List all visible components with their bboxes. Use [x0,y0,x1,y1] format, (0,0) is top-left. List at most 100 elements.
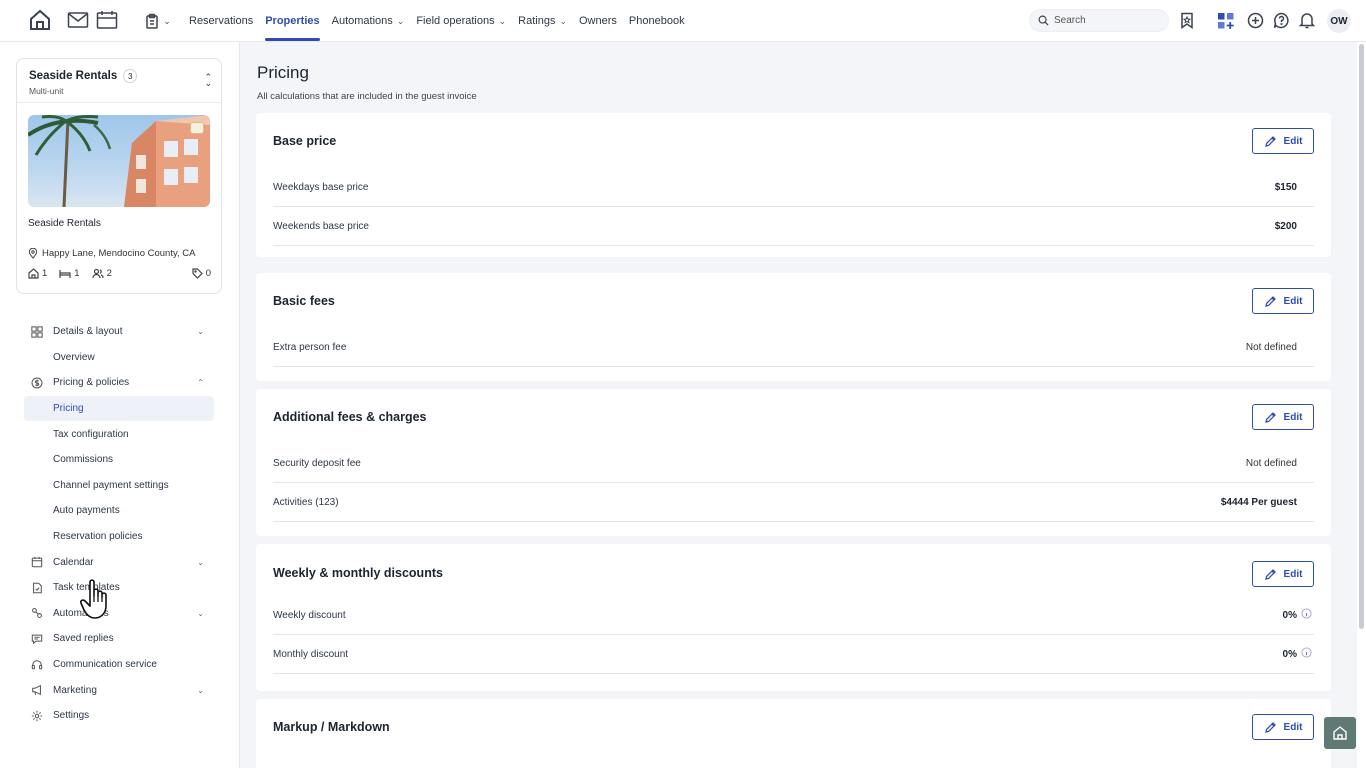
edit-label: Edit [1283,721,1303,733]
photo-badge-icon [190,122,204,134]
pricing-card-base-price: Base price Edit Weekdays base price $150 Wee… [256,113,1331,257]
units-stat: 1 [28,268,47,279]
chevron-down-icon: ⌄ [559,15,567,26]
pencil-icon [1264,295,1276,307]
property-card: Seaside Rentals 3 Multi-unit ⌃ ⌄ Seaside… [16,58,222,294]
card-title: Additional fees & charges [273,410,427,424]
guests-icon [91,268,104,279]
clipboard-dropdown-icon[interactable]: ⌄ [140,11,176,31]
location-pin-icon [28,248,38,259]
edit-button[interactable]: Edit [1252,561,1314,587]
notification-bell-icon[interactable] [1299,12,1315,29]
search-input[interactable] [1054,15,1164,26]
sidebar-item-automations[interactable]: Automations ⌄ [24,601,214,627]
sidebar-item-reservation-policies[interactable]: Reservation policies [24,524,214,550]
add-circle-icon[interactable] [1247,12,1264,29]
gear-icon [30,709,44,723]
sidebar-item-pricing-policies[interactable]: Pricing & policies ⌃ [24,370,214,396]
search-box[interactable] [1029,9,1169,32]
info-icon[interactable] [1297,647,1312,661]
property-count-badge: 3 [123,69,138,83]
sidebar-item-channel-payment-settings[interactable]: Channel payment settings [24,473,214,499]
chevron-down-icon: ⌄ [197,327,204,337]
edit-button[interactable]: Edit [1252,288,1314,314]
mail-icon[interactable] [67,10,89,30]
user-avatar[interactable]: OW [1327,9,1351,33]
nav-ratings[interactable]: Ratings ⌄ [518,0,567,42]
sidebar-item-saved-replies[interactable]: Saved replies [24,626,214,652]
sidebar-item-label: Overview [53,351,95,363]
sidebar-item-tax-configuration[interactable]: Tax configuration [24,421,214,447]
price-row: Extra person fee Not defined [273,328,1314,367]
sidebar-item-commissions[interactable]: Commissions [24,447,214,473]
home-logo-icon[interactable] [28,8,52,32]
main-nav: Reservations Properties Automations ⌄ Field … [189,0,697,42]
sidebar-item-calendar[interactable]: Calendar ⌄ [24,549,214,575]
megaphone-icon [30,683,44,697]
main-content: Pricing All calculations that are includ… [240,42,1357,768]
property-selector[interactable]: Seaside Rentals 3 Multi-unit ⌃ ⌄ [17,59,221,103]
price-row-label: Extra person fee [273,341,347,353]
up-down-chevron-icon[interactable]: ⌃ ⌄ [204,73,212,88]
dollar-icon [30,376,44,390]
card-title: Weekly & monthly discounts [273,566,443,580]
bookmark-star-icon[interactable] [1179,12,1195,29]
sidebar-item-settings[interactable]: Settings [24,703,214,729]
edit-label: Edit [1283,295,1303,307]
sidebar-item-label: Channel payment settings [53,479,169,491]
edit-label: Edit [1283,135,1303,147]
sidebar-item-auto-payments[interactable]: Auto payments [24,498,214,524]
price-row-value: Not defined [1245,341,1297,353]
nav-properties[interactable]: Properties [265,0,321,42]
edit-button[interactable]: Edit [1252,404,1314,430]
chevron-down-icon: ⌄ [197,557,204,567]
sidebar-item-communication-service[interactable]: Communication service [24,652,214,678]
scrollbar[interactable] [1357,42,1366,768]
nav-owners[interactable]: Owners [579,0,617,42]
calendar-icon[interactable] [96,10,118,30]
sidebar-menu: Details & layout ⌄ Overview Pricing & polic… [24,319,214,729]
sidebar-item-label: Task templates [53,582,120,594]
property-type: Multi-unit [29,86,64,96]
edit-label: Edit [1283,568,1303,580]
sidebar-item-marketing[interactable]: Marketing ⌄ [24,677,214,703]
property-address: Happy Lane, Mendocino County, CA [28,248,213,259]
card-title: Basic fees [273,294,335,308]
nav-automations[interactable]: Automations ⌄ [332,0,405,42]
edit-button[interactable]: Edit [1252,714,1314,740]
floating-home-button[interactable] [1324,717,1356,749]
property-photo [28,115,210,207]
calendar-icon [30,555,44,569]
nav-reservations[interactable]: Reservations [189,0,253,42]
help-chat-icon[interactable] [1273,12,1290,29]
pencil-icon [1264,411,1276,423]
edit-button[interactable]: Edit [1252,128,1314,154]
price-row: Weekends base price $200 [273,207,1314,246]
page-title: Pricing [257,63,309,82]
sidebar-item-details-layout[interactable]: Details & layout ⌄ [24,319,214,345]
pricing-card-markup-markdown: Markup / Markdown Edit Markup / MarkdownNo… [256,699,1331,768]
nav-phonebook[interactable]: Phonebook [629,0,685,42]
sidebar-item-label: Auto payments [53,505,120,517]
task-icon [30,581,44,595]
apps-grid-icon[interactable] [1217,12,1235,30]
page-subtitle: All calculations that are included in th… [257,91,477,102]
chevron-down-icon: ⌄ [396,15,405,26]
property-listing-name: Seaside Rentals [28,218,101,229]
sidebar-item-task-templates[interactable]: Task templates [24,575,214,601]
sidebar-item-pricing[interactable]: Pricing [24,395,214,422]
pencil-icon [1264,721,1276,733]
automation-icon [30,606,44,620]
sidebar-item-label: Settings [53,710,90,722]
info-icon[interactable] [1297,608,1312,622]
sidebar-item-overview[interactable]: Overview [24,345,214,371]
scrollbar-thumb[interactable] [1359,44,1364,629]
search-icon [1038,15,1049,26]
pencil-icon [1264,568,1276,580]
chevron-up-icon: ⌃ [197,378,204,388]
price-row-value: Not defined [1245,457,1297,469]
chevron-down-icon: ⌄ [197,685,204,695]
price-row-value: $4444 Per guest [1220,496,1297,508]
nav-field-operations[interactable]: Field operations ⌄ [416,0,506,42]
price-row: Monthly discount 0% [273,635,1314,674]
